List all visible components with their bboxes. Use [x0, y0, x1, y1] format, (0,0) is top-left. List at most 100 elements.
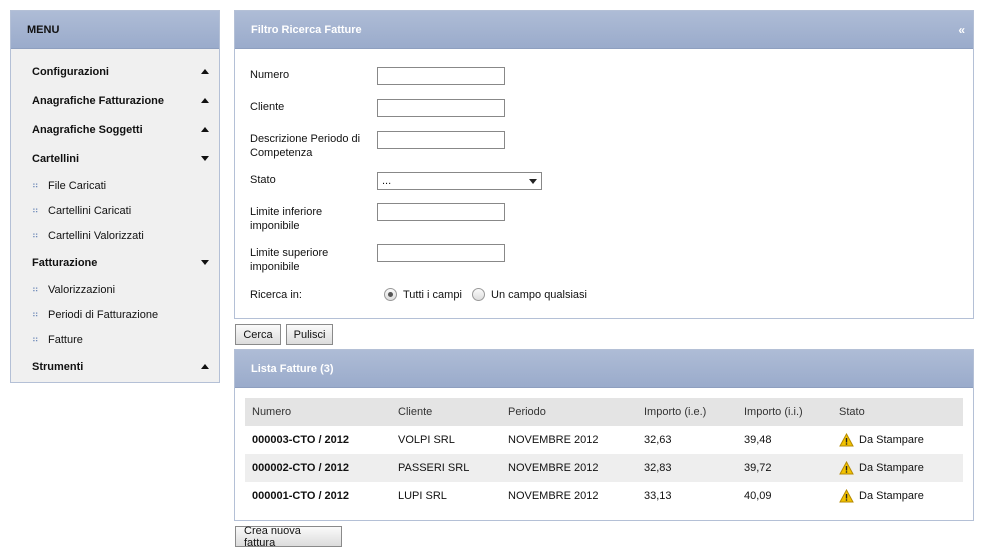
caret-up-icon [201, 364, 209, 369]
table-cell-importo-ie: 32,63 [644, 434, 672, 446]
list-panel: Lista Fatture (3) Numero Cliente Periodo Im… [234, 349, 974, 521]
menu-item-label: Periodi di Fatturazione [48, 308, 159, 321]
table-cell-importo-ii: 39,72 [744, 462, 772, 474]
warning-icon [839, 433, 854, 447]
stato-select[interactable]: ... [377, 172, 542, 190]
table-cell-importo-ie: 32,83 [644, 462, 672, 474]
menu-item[interactable]: ⠶ Fatture [11, 327, 219, 352]
table-cell-periodo: NOVEMBRE 2012 [508, 462, 599, 474]
column-header[interactable]: Importo (i.i.) [744, 406, 803, 418]
column-header[interactable]: Importo (i.e.) [644, 406, 706, 418]
column-header[interactable]: Stato [839, 406, 865, 418]
menu-section-label: Configurazioni [32, 65, 109, 78]
table-body: 000003-CTO / 2012 VOLPI SRL NOVEMBRE 2012 3… [245, 426, 963, 510]
stato-select-value: ... [382, 175, 392, 187]
cliente-label: Cliente [250, 101, 285, 113]
column-header[interactable]: Periodo [508, 406, 546, 418]
descrizione-input[interactable] [377, 131, 505, 149]
menu-item[interactable]: ⠶ Cartellini Valorizzati [11, 223, 219, 248]
menu-section-label: Anagrafiche Fatturazione [32, 94, 165, 107]
radio-tutti-campi-label: Tutti i campi [403, 288, 462, 301]
cliente-input[interactable] [377, 99, 505, 117]
menu-section[interactable]: Anagrafiche Fatturazione [11, 86, 219, 115]
radio-campo-qualsiasi[interactable]: Un campo qualsiasi [472, 288, 587, 301]
limite-inferiore-label: Limite inferiore imponibile [250, 205, 322, 233]
menu-section[interactable]: Strumenti [11, 352, 219, 381]
limite-inferiore-line2: imponibile [250, 220, 300, 232]
pulisci-button[interactable]: Pulisci [286, 324, 333, 345]
table-cell-stato: Da Stampare [839, 461, 924, 475]
chevron-down-icon [529, 178, 537, 184]
table-row[interactable]: 000002-CTO / 2012 PASSERI SRL NOVEMBRE 201… [245, 454, 963, 482]
grip-dots-icon: ⠶ [32, 180, 39, 190]
menu-item[interactable]: ⠶ Cartellini Caricati [11, 198, 219, 223]
sidebar-menu: MENU Configurazioni Anagrafiche Fatturazi… [10, 10, 220, 383]
menu-list: Configurazioni Anagrafiche Fatturazione An… [11, 49, 219, 381]
menu-section[interactable]: Cartellini [11, 144, 219, 173]
list-header: Lista Fatture (3) [235, 350, 973, 388]
table-cell-periodo: NOVEMBRE 2012 [508, 434, 599, 446]
caret-up-icon [201, 98, 209, 103]
limite-superiore-input[interactable] [377, 244, 505, 262]
stato-label: Da Stampare [859, 490, 924, 502]
table-row[interactable]: 000001-CTO / 2012 LUPI SRL NOVEMBRE 2012 33… [245, 482, 963, 510]
filter-panel: Filtro Ricerca Fatture « Numero Cliente … [234, 10, 974, 319]
crea-nuova-fattura-button[interactable]: Crea nuova fattura [235, 525, 342, 549]
menu-item-label: Valorizzazioni [48, 283, 116, 296]
table-cell-stato: Da Stampare [839, 433, 924, 447]
limite-inferiore-line1: Limite inferiore [250, 206, 323, 218]
collapse-icon[interactable]: « [958, 23, 965, 37]
table-cell-importo-ii: 40,09 [744, 490, 772, 502]
grip-dots-icon: ⠶ [32, 205, 39, 215]
table-cell-numero[interactable]: 000003-CTO / 2012 [252, 434, 349, 446]
grip-dots-icon: ⠶ [32, 334, 39, 344]
table-cell-cliente: PASSERI SRL [398, 462, 470, 474]
filter-title: Filtro Ricerca Fatture [251, 23, 362, 36]
limite-superiore-line1: Limite superiore [250, 247, 329, 259]
descrizione-label-line2: Competenza [250, 147, 313, 159]
table-cell-periodo: NOVEMBRE 2012 [508, 490, 599, 502]
menu-section[interactable]: Fatturazione [11, 248, 219, 277]
list-title: Lista Fatture (3) [251, 362, 334, 375]
radio-button-all[interactable] [384, 288, 397, 301]
menu-item-label: Cartellini Caricati [48, 204, 132, 217]
menu-header: MENU [11, 11, 219, 49]
radio-campo-qualsiasi-label: Un campo qualsiasi [491, 288, 587, 301]
menu-section[interactable]: Anagrafiche Soggetti [11, 115, 219, 144]
radio-tutti-campi[interactable]: Tutti i campi [384, 288, 462, 301]
menu-item-label: Fatture [48, 333, 83, 346]
menu-section[interactable]: Configurazioni [11, 57, 219, 86]
table-cell-stato: Da Stampare [839, 489, 924, 503]
menu-section-label: Strumenti [32, 360, 84, 373]
menu-item[interactable]: ⠶ File Caricati [11, 173, 219, 198]
invoice-table: Numero Cliente Periodo Importo (i.e.) Import… [245, 398, 963, 510]
descrizione-label: Descrizione Periodo di Competenza [250, 132, 360, 160]
table-cell-importo-ie: 33,13 [644, 490, 672, 502]
menu-section-label: Cartellini [32, 152, 80, 165]
column-header[interactable]: Numero [252, 406, 291, 418]
menu-item-label: Cartellini Valorizzati [48, 229, 144, 242]
caret-up-icon [201, 127, 209, 132]
stato-label: Da Stampare [859, 434, 924, 446]
table-cell-numero[interactable]: 000002-CTO / 2012 [252, 462, 349, 474]
table-cell-cliente: LUPI SRL [398, 490, 447, 502]
radio-button-any[interactable] [472, 288, 485, 301]
menu-section-label: Fatturazione [32, 256, 98, 269]
limite-inferiore-input[interactable] [377, 203, 505, 221]
cerca-button[interactable]: Cerca [235, 324, 281, 345]
grip-dots-icon: ⠶ [32, 309, 39, 319]
table-cell-importo-ii: 39,48 [744, 434, 772, 446]
table-cell-numero[interactable]: 000001-CTO / 2012 [252, 490, 349, 502]
stato-label: Stato [250, 174, 276, 186]
menu-section-label: Anagrafiche Soggetti [32, 123, 143, 136]
filter-header: Filtro Ricerca Fatture « [235, 11, 973, 49]
numero-input[interactable] [377, 67, 505, 85]
table-row[interactable]: 000003-CTO / 2012 VOLPI SRL NOVEMBRE 2012 3… [245, 426, 963, 454]
limite-superiore-label: Limite superiore imponibile [250, 246, 328, 274]
menu-item[interactable]: ⠶ Periodi di Fatturazione [11, 302, 219, 327]
column-header[interactable]: Cliente [398, 406, 432, 418]
menu-item[interactable]: ⠶ Valorizzazioni [11, 277, 219, 302]
ricerca-label: Ricerca in: [250, 289, 302, 301]
table-header-row: Numero Cliente Periodo Importo (i.e.) Import… [245, 398, 963, 426]
grip-dots-icon: ⠶ [32, 230, 39, 240]
